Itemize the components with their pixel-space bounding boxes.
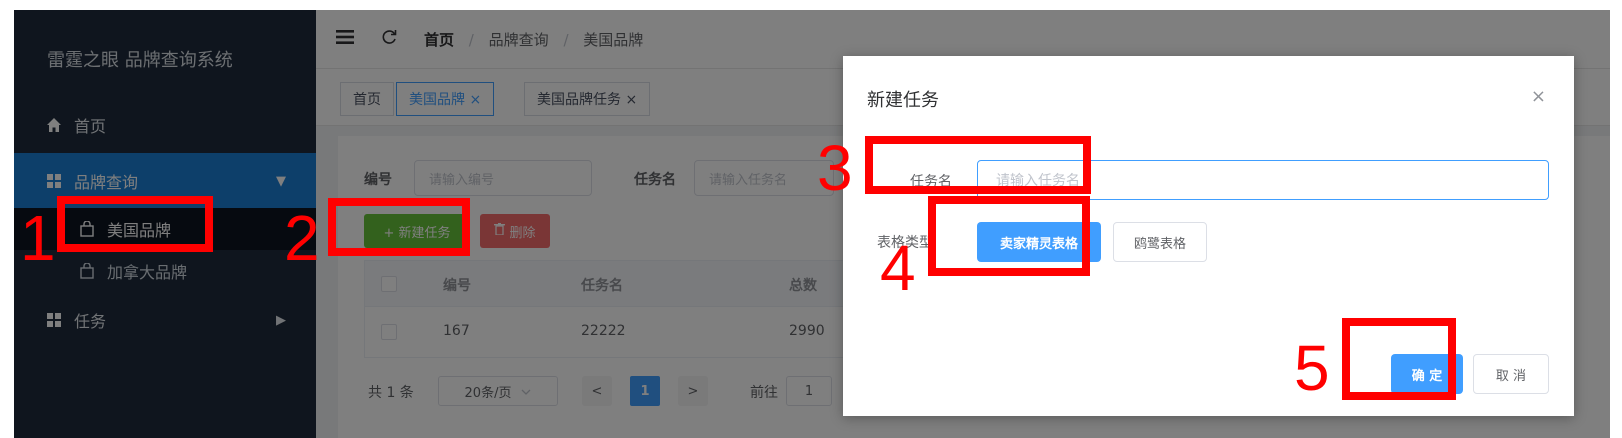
annotation-box-2 (328, 198, 470, 256)
annotation-number-4: 4 (880, 232, 916, 304)
annotation-number-5: 5 (1294, 332, 1330, 404)
annotation-box-4 (928, 196, 1090, 276)
annotation-number-2: 2 (284, 202, 320, 274)
app-window: 雷霆之眼 品牌查询系统 首页 品牌查询 ▼ 美国品牌 加拿大品牌 (14, 10, 1610, 438)
oulu-table-button[interactable]: 鸥鹭表格 (1113, 222, 1207, 262)
annotation-box-1 (57, 196, 213, 252)
annotation-number-3: 3 (817, 132, 853, 204)
annotation-box-5 (1342, 318, 1456, 400)
cancel-button[interactable]: 取 消 (1473, 354, 1549, 394)
close-icon[interactable]: × (1531, 86, 1546, 107)
annotation-number-1: 1 (20, 202, 56, 274)
dialog-title: 新建任务 (867, 90, 939, 111)
annotation-box-3 (865, 136, 1091, 194)
